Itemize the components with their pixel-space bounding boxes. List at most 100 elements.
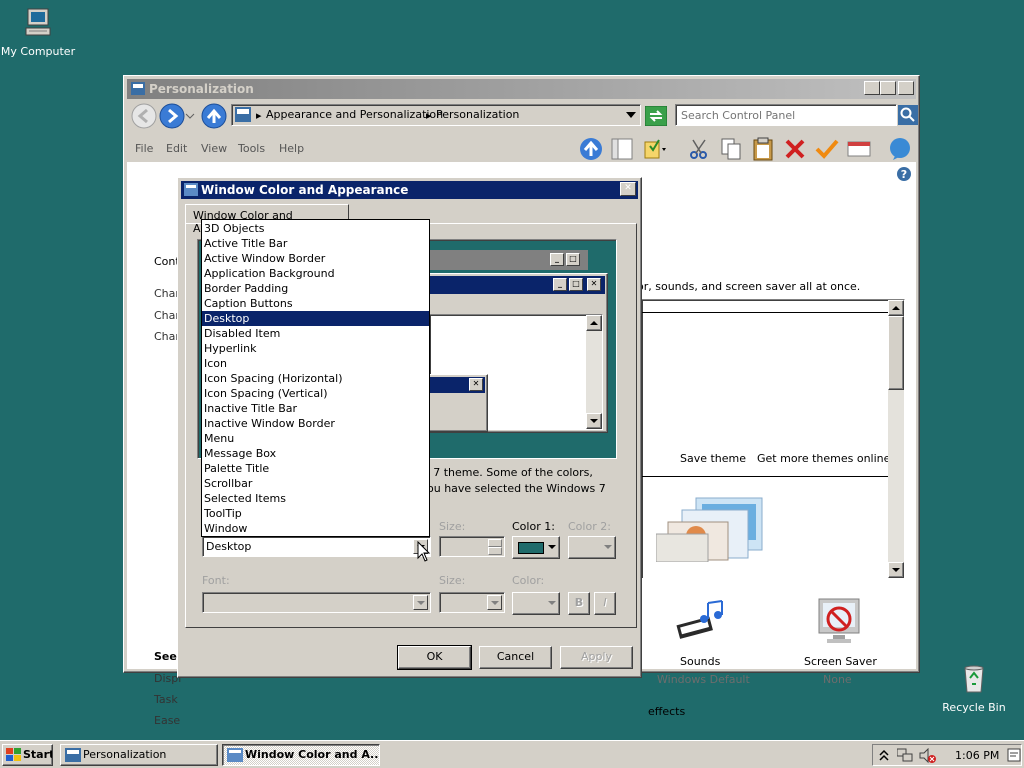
checkmark-icon[interactable] xyxy=(815,138,839,160)
item-combobox-value: Desktop xyxy=(206,540,252,553)
dropdown-option[interactable]: Disabled Item xyxy=(202,326,429,341)
menu-view[interactable]: View xyxy=(201,142,227,155)
dropdown-option[interactable]: Icon Spacing (Horizontal) xyxy=(202,371,429,386)
dropdown-option[interactable]: Active Window Border xyxy=(202,251,429,266)
dropdown-option[interactable]: 3D Objects xyxy=(202,221,429,236)
dialog-title-bar[interactable]: Window Color and Appearance ✕ xyxy=(181,181,638,199)
dropdown-option[interactable]: Border Padding xyxy=(202,281,429,296)
cancel-button[interactable]: Cancel xyxy=(479,646,552,669)
item-combobox[interactable]: Desktop xyxy=(202,536,431,557)
search-icon[interactable] xyxy=(898,105,918,125)
cut-icon[interactable] xyxy=(689,138,709,160)
preview-min: _ xyxy=(550,253,564,266)
theme-preview-image[interactable] xyxy=(656,496,766,562)
screen-saver-icon[interactable] xyxy=(815,597,863,647)
dropdown-option[interactable]: Icon xyxy=(202,356,429,371)
font-color-picker[interactable] xyxy=(512,592,560,615)
dialog-close-button[interactable]: ✕ xyxy=(620,182,636,196)
personalization-title-bar[interactable]: Personalization _ □ ✕ xyxy=(127,79,916,99)
copy-icon[interactable] xyxy=(720,138,742,160)
address-field[interactable]: ▸ Appearance and Personalization ▸ Perso… xyxy=(231,104,641,126)
forward-icon[interactable] xyxy=(159,103,185,129)
ok-button[interactable]: OK xyxy=(397,645,472,670)
taskbar-item-window-color[interactable]: Window Color and A... xyxy=(222,744,380,766)
close-button[interactable]: ✕ xyxy=(898,81,914,95)
dropdown-option[interactable]: Active Title Bar xyxy=(202,236,429,251)
get-more-themes-link[interactable]: Get more themes online xyxy=(757,452,890,465)
dropdown-option[interactable]: Icon Spacing (Vertical) xyxy=(202,386,429,401)
dropdown-option[interactable]: Selected Items xyxy=(202,491,429,506)
notification-icon[interactable] xyxy=(1007,748,1021,763)
up-folder-icon[interactable] xyxy=(579,137,603,161)
properties-icon[interactable] xyxy=(847,139,871,159)
breadcrumb-personalization[interactable]: Personalization xyxy=(436,108,519,121)
dropdown-option[interactable]: Inactive Title Bar xyxy=(202,401,429,416)
back-icon[interactable] xyxy=(131,103,157,129)
color1-picker[interactable] xyxy=(512,536,560,559)
size-spinner[interactable] xyxy=(439,536,505,557)
menu-edit[interactable]: Edit xyxy=(166,142,187,155)
scroll-down-button[interactable] xyxy=(888,562,904,578)
sounds-icon[interactable] xyxy=(674,599,726,647)
paste-icon[interactable] xyxy=(752,137,774,161)
menu-tools[interactable]: Tools xyxy=(238,142,265,155)
taskbar-item-personalization[interactable]: Personalization xyxy=(60,744,218,766)
start-button[interactable]: Start xyxy=(2,744,53,766)
bold-button[interactable]: B xyxy=(568,592,590,615)
italic-button[interactable]: I xyxy=(594,592,616,615)
see-also-link-partial-3[interactable]: Ease xyxy=(154,714,180,727)
help-bubble-icon[interactable] xyxy=(887,137,913,161)
maximize-button[interactable]: □ xyxy=(880,81,896,95)
folders-pane-icon[interactable] xyxy=(611,138,633,160)
show-hidden-icons-icon[interactable] xyxy=(879,749,889,761)
font-combobox[interactable] xyxy=(202,592,431,613)
delete-icon[interactable] xyxy=(784,138,806,160)
dropdown-option[interactable]: Inactive Window Border xyxy=(202,416,429,431)
effects-link-partial[interactable]: effects xyxy=(648,705,685,718)
dropdown-option[interactable]: Desktop xyxy=(202,311,429,326)
up-icon[interactable] xyxy=(201,103,227,129)
breadcrumb-appearance[interactable]: Appearance and Personalization xyxy=(266,108,443,121)
dropdown-option[interactable]: Scrollbar xyxy=(202,476,429,491)
dropdown-option[interactable]: ToolTip xyxy=(202,506,429,521)
search-box[interactable] xyxy=(675,104,897,126)
help-icon[interactable]: ? xyxy=(896,166,912,182)
refresh-icon[interactable] xyxy=(645,106,667,126)
network-icon[interactable] xyxy=(897,748,913,763)
views-icon[interactable] xyxy=(643,138,667,160)
clock[interactable]: 1:06 PM xyxy=(955,749,999,762)
font-color-label: Color: xyxy=(512,574,545,587)
sounds-label[interactable]: Sounds xyxy=(680,655,720,668)
my-computer-desktop-icon[interactable]: My Computer xyxy=(0,6,78,58)
search-input[interactable] xyxy=(676,105,896,125)
dropdown-option[interactable]: Menu xyxy=(202,431,429,446)
item-dropdown-list[interactable]: 3D Objects Active Title Bar Active Window … xyxy=(201,219,430,537)
apply-button[interactable]: Apply xyxy=(560,646,633,669)
volume-muted-icon[interactable] xyxy=(919,748,937,764)
screen-saver-label[interactable]: Screen Saver xyxy=(804,655,877,668)
menu-file[interactable]: File xyxy=(135,142,153,155)
dropdown-option[interactable]: Palette Title xyxy=(202,461,429,476)
font-dropdown-arrow[interactable] xyxy=(413,595,428,610)
scroll-thumb[interactable] xyxy=(888,316,904,390)
scroll-up-button[interactable] xyxy=(888,300,904,316)
dropdown-option[interactable]: Caption Buttons xyxy=(202,296,429,311)
dropdown-option[interactable]: Application Background xyxy=(202,266,429,281)
history-dropdown-icon[interactable] xyxy=(185,113,195,121)
themes-scrollbar[interactable] xyxy=(888,300,904,578)
dropdown-option[interactable]: Window xyxy=(202,521,429,536)
font-size-combobox[interactable] xyxy=(439,592,505,613)
recycle-bin-desktop-icon[interactable]: Recycle Bin xyxy=(934,662,1014,714)
dropdown-option[interactable]: Hyperlink xyxy=(202,341,429,356)
font-size-dropdown-arrow[interactable] xyxy=(487,595,502,610)
save-theme-link[interactable]: Save theme xyxy=(680,452,746,465)
dropdown-option[interactable]: Message Box xyxy=(202,446,429,461)
minimize-button[interactable]: _ xyxy=(864,81,880,95)
address-bar-row: ▸ Appearance and Personalization ▸ Perso… xyxy=(127,99,918,133)
menu-help[interactable]: Help xyxy=(279,142,304,155)
see-also-heading-partial: See xyxy=(154,650,177,663)
address-dropdown-icon[interactable] xyxy=(626,111,636,119)
see-also-link-partial-2[interactable]: Task xyxy=(154,693,178,706)
windows-logo-icon xyxy=(6,748,21,761)
color2-picker[interactable] xyxy=(568,536,616,559)
